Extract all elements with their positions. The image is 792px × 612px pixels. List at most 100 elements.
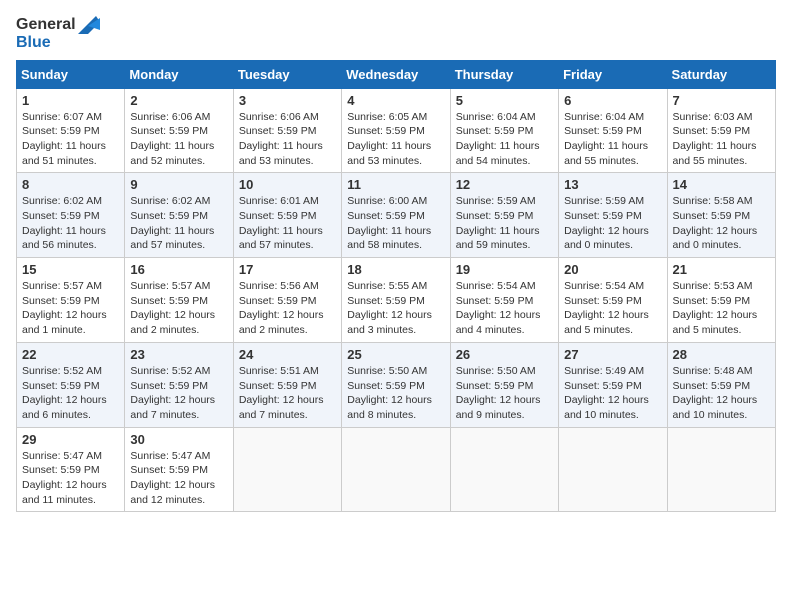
day-number: 23 [130,347,227,362]
day-info: Sunrise: 5:50 AM Sunset: 5:59 PM Dayligh… [347,364,444,423]
day-info: Sunrise: 6:02 AM Sunset: 5:59 PM Dayligh… [22,194,119,253]
day-of-week-header: Sunday [17,60,125,88]
day-number: 3 [239,93,336,108]
day-info: Sunrise: 6:01 AM Sunset: 5:59 PM Dayligh… [239,194,336,253]
day-number: 27 [564,347,661,362]
day-number: 17 [239,262,336,277]
day-info: Sunrise: 5:51 AM Sunset: 5:59 PM Dayligh… [239,364,336,423]
day-number: 4 [347,93,444,108]
calendar-cell: 8 Sunrise: 6:02 AM Sunset: 5:59 PM Daylig… [17,173,125,258]
day-number: 21 [673,262,770,277]
day-info: Sunrise: 5:47 AM Sunset: 5:59 PM Dayligh… [130,449,227,508]
day-of-week-header: Wednesday [342,60,450,88]
day-number: 26 [456,347,553,362]
calendar-week-row: 22 Sunrise: 5:52 AM Sunset: 5:59 PM Dayli… [17,342,776,427]
day-info: Sunrise: 6:06 AM Sunset: 5:59 PM Dayligh… [239,110,336,169]
calendar-cell [233,427,341,512]
day-info: Sunrise: 5:54 AM Sunset: 5:59 PM Dayligh… [564,279,661,338]
logo-general: General [16,16,76,34]
calendar-week-row: 1Sunrise: 6:07 AM Sunset: 5:59 PM Daylig… [17,88,776,173]
day-info: Sunrise: 5:53 AM Sunset: 5:59 PM Dayligh… [673,279,770,338]
calendar-cell: 15 Sunrise: 5:57 AM Sunset: 5:59 PM Dayli… [17,258,125,343]
day-info: Sunrise: 5:50 AM Sunset: 5:59 PM Dayligh… [456,364,553,423]
day-info: Sunrise: 5:59 AM Sunset: 5:59 PM Dayligh… [456,194,553,253]
day-info: Sunrise: 5:49 AM Sunset: 5:59 PM Dayligh… [564,364,661,423]
calendar-cell [450,427,558,512]
calendar-cell: 4 Sunrise: 6:05 AM Sunset: 5:59 PM Daylig… [342,88,450,173]
calendar-table: SundayMondayTuesdayWednesdayThursdayFrid… [16,60,776,513]
day-number: 18 [347,262,444,277]
day-number: 6 [564,93,661,108]
logo-blue: Blue [16,34,100,52]
day-number: 29 [22,432,119,447]
day-info: Sunrise: 6:02 AM Sunset: 5:59 PM Dayligh… [130,194,227,253]
day-number: 20 [564,262,661,277]
calendar-cell [667,427,775,512]
calendar-cell: 20 Sunrise: 5:54 AM Sunset: 5:59 PM Dayli… [559,258,667,343]
day-number: 2 [130,93,227,108]
calendar-cell: 2 Sunrise: 6:06 AM Sunset: 5:59 PM Daylig… [125,88,233,173]
day-info: Sunrise: 6:06 AM Sunset: 5:59 PM Dayligh… [130,110,227,169]
day-number: 19 [456,262,553,277]
day-number: 13 [564,177,661,192]
calendar-cell: 21 Sunrise: 5:53 AM Sunset: 5:59 PM Dayli… [667,258,775,343]
calendar-cell: 26 Sunrise: 5:50 AM Sunset: 5:59 PM Dayli… [450,342,558,427]
calendar-cell: 18 Sunrise: 5:55 AM Sunset: 5:59 PM Dayli… [342,258,450,343]
calendar-cell: 9 Sunrise: 6:02 AM Sunset: 5:59 PM Daylig… [125,173,233,258]
calendar-cell: 12 Sunrise: 5:59 AM Sunset: 5:59 PM Dayli… [450,173,558,258]
day-info: Sunrise: 6:03 AM Sunset: 5:59 PM Dayligh… [673,110,770,169]
day-info: Sunrise: 5:52 AM Sunset: 5:59 PM Dayligh… [22,364,119,423]
day-number: 14 [673,177,770,192]
calendar-cell: 16Sunrise: 5:57 AM Sunset: 5:59 PM Dayli… [125,258,233,343]
day-number: 24 [239,347,336,362]
day-info: Sunrise: 6:04 AM Sunset: 5:59 PM Dayligh… [564,110,661,169]
calendar-cell: 22 Sunrise: 5:52 AM Sunset: 5:59 PM Dayli… [17,342,125,427]
calendar-cell [559,427,667,512]
day-of-week-header: Tuesday [233,60,341,88]
day-of-week-header: Thursday [450,60,558,88]
day-info: Sunrise: 5:55 AM Sunset: 5:59 PM Dayligh… [347,279,444,338]
day-of-week-header: Monday [125,60,233,88]
calendar-cell: 23Sunrise: 5:52 AM Sunset: 5:59 PM Dayli… [125,342,233,427]
calendar-cell: 13 Sunrise: 5:59 AM Sunset: 5:59 PM Dayli… [559,173,667,258]
calendar-cell: 24 Sunrise: 5:51 AM Sunset: 5:59 PM Dayli… [233,342,341,427]
calendar-cell: 17Sunrise: 5:56 AM Sunset: 5:59 PM Dayli… [233,258,341,343]
day-number: 30 [130,432,227,447]
day-info: Sunrise: 5:47 AM Sunset: 5:59 PM Dayligh… [22,449,119,508]
day-number: 11 [347,177,444,192]
day-number: 15 [22,262,119,277]
calendar-cell: 1Sunrise: 6:07 AM Sunset: 5:59 PM Daylig… [17,88,125,173]
day-of-week-header: Friday [559,60,667,88]
day-info: Sunrise: 5:57 AM Sunset: 5:59 PM Dayligh… [22,279,119,338]
day-info: Sunrise: 6:05 AM Sunset: 5:59 PM Dayligh… [347,110,444,169]
calendar-cell: 7 Sunrise: 6:03 AM Sunset: 5:59 PM Daylig… [667,88,775,173]
page-header: General Blue [16,16,776,52]
calendar-week-row: 8 Sunrise: 6:02 AM Sunset: 5:59 PM Daylig… [17,173,776,258]
day-info: Sunrise: 6:04 AM Sunset: 5:59 PM Dayligh… [456,110,553,169]
day-number: 12 [456,177,553,192]
day-info: Sunrise: 5:54 AM Sunset: 5:59 PM Dayligh… [456,279,553,338]
calendar-cell: 27 Sunrise: 5:49 AM Sunset: 5:59 PM Dayli… [559,342,667,427]
calendar-week-row: 15 Sunrise: 5:57 AM Sunset: 5:59 PM Dayli… [17,258,776,343]
day-number: 22 [22,347,119,362]
logo-bird-icon [78,16,100,34]
day-number: 28 [673,347,770,362]
day-info: Sunrise: 5:59 AM Sunset: 5:59 PM Dayligh… [564,194,661,253]
calendar-cell: 25 Sunrise: 5:50 AM Sunset: 5:59 PM Dayli… [342,342,450,427]
calendar-week-row: 29 Sunrise: 5:47 AM Sunset: 5:59 PM Dayli… [17,427,776,512]
calendar-header-row: SundayMondayTuesdayWednesdayThursdayFrid… [17,60,776,88]
calendar-cell: 11 Sunrise: 6:00 AM Sunset: 5:59 PM Dayli… [342,173,450,258]
day-number: 8 [22,177,119,192]
day-number: 9 [130,177,227,192]
day-number: 1 [22,93,119,108]
day-of-week-header: Saturday [667,60,775,88]
day-number: 25 [347,347,444,362]
calendar-cell [342,427,450,512]
logo: General Blue [16,16,100,52]
day-number: 10 [239,177,336,192]
day-info: Sunrise: 5:57 AM Sunset: 5:59 PM Dayligh… [130,279,227,338]
day-info: Sunrise: 6:00 AM Sunset: 5:59 PM Dayligh… [347,194,444,253]
calendar-cell: 3 Sunrise: 6:06 AM Sunset: 5:59 PM Daylig… [233,88,341,173]
calendar-cell: 5Sunrise: 6:04 AM Sunset: 5:59 PM Daylig… [450,88,558,173]
day-number: 7 [673,93,770,108]
